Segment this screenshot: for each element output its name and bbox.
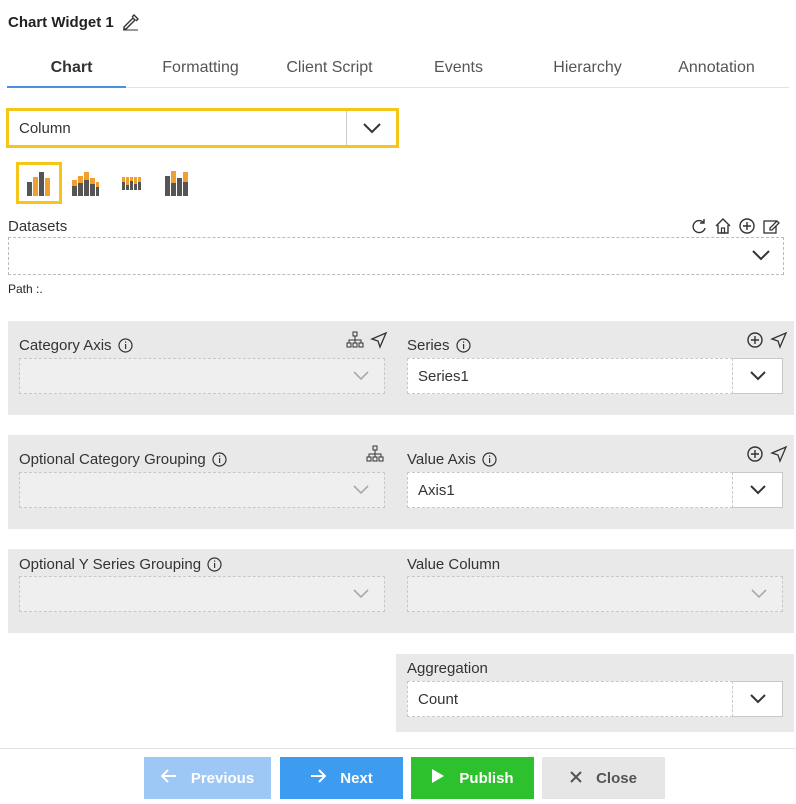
value-column-label-text: Value Column [407,556,501,573]
next-label: Next [340,769,373,787]
value-axis-value[interactable]: Axis1 [407,472,733,508]
widget-title-bar: Chart Widget 1 [0,0,796,44]
close-button[interactable]: Close [542,757,665,799]
dataset-select[interactable] [8,237,784,275]
close-icon [570,770,582,787]
publish-button[interactable]: Publish [411,757,534,799]
chevron-down-icon[interactable] [733,358,783,394]
add-circle-icon[interactable] [746,331,764,349]
publish-label: Publish [459,769,514,787]
tab-annotation[interactable]: Annotation [652,48,781,87]
category-axis-label-text: Category Axis [19,337,112,354]
axis-series-panel: Category Axis Series Series1 [8,321,794,415]
grouping-axis-panel: Optional Category Grouping Value Axis Ax… [8,435,794,529]
optional-y-series-grouping-label: Optional Y Series Grouping [19,556,222,573]
chevron-down-icon [352,368,370,385]
home-icon[interactable] [714,217,732,235]
add-circle-icon[interactable] [746,445,764,463]
optional-category-grouping-label-text: Optional Category Grouping [19,451,206,468]
chevron-down-icon [352,482,370,499]
chevron-down-icon [750,586,768,603]
tab-formatting[interactable]: Formatting [136,48,265,87]
info-icon[interactable] [212,452,227,467]
edit-icon[interactable] [762,217,780,235]
clustered-column-icon[interactable] [16,162,62,204]
chart-variant-list [16,162,200,204]
series-grouping-value-panel: Optional Y Series Grouping Value Column [8,549,794,633]
series-label: Series [407,337,471,354]
info-icon[interactable] [207,557,222,572]
value-axis-select[interactable]: Axis1 [407,472,783,508]
category-axis-label: Category Axis [19,337,133,354]
series-select[interactable]: Series1 [407,358,783,394]
chevron-down-icon[interactable] [346,111,396,145]
widget-title: Chart Widget 1 [8,13,114,31]
category-grouping-tools [366,445,384,463]
footer-bar: Previous Next Publish Close [0,748,796,804]
value-axis-label-text: Value Axis [407,451,476,468]
series-tools [746,331,788,349]
navigate-arrow-icon[interactable] [770,331,788,349]
info-icon[interactable] [117,338,133,353]
tab-hierarchy[interactable]: Hierarchy [523,48,652,87]
aggregation-panel: Aggregation Count [396,654,794,732]
value-column-select[interactable] [407,576,783,612]
datasets-label: Datasets [8,218,68,235]
series-value[interactable]: Series1 [407,358,733,394]
series-label-text: Series [407,337,450,354]
aggregation-value[interactable]: Count [407,681,733,717]
value-axis-label: Value Axis [407,451,497,468]
arrow-right-icon [310,769,327,787]
value-column-label: Value Column [407,556,500,573]
navigate-arrow-icon[interactable] [770,445,788,463]
previous-label: Previous [190,769,255,787]
edit-icon[interactable] [122,13,139,31]
previous-button[interactable]: Previous [144,757,271,799]
chevron-down-icon [352,586,370,603]
value-axis-tools [746,445,788,463]
chevron-down-icon[interactable] [733,681,783,717]
chart-type-value: Column [19,119,71,137]
navigate-arrow-icon[interactable] [370,331,388,349]
optional-y-series-grouping-label-text: Optional Y Series Grouping [19,556,202,573]
close-label: Close [596,769,637,787]
optional-y-series-grouping-select[interactable] [19,576,385,612]
column-3d-icon[interactable] [154,162,200,204]
path-label: Path :. [8,282,43,296]
stacked-column-icon[interactable] [62,162,108,204]
optional-category-grouping-select[interactable] [19,472,385,508]
refresh-icon[interactable] [690,217,708,235]
next-button[interactable]: Next [280,757,403,799]
add-circle-icon[interactable] [738,217,756,235]
info-icon[interactable] [482,452,497,467]
hierarchy-icon[interactable] [366,445,384,463]
category-axis-tools [346,331,388,349]
tab-bar: Chart Formatting Client Script Events Hi… [7,48,789,88]
tab-client-script[interactable]: Client Script [265,48,394,87]
category-axis-select[interactable] [19,358,385,394]
arrow-left-icon [160,769,177,787]
hierarchy-icon[interactable] [346,331,364,349]
play-icon [431,768,445,788]
stacked-column-100-icon[interactable] [108,162,154,204]
optional-category-grouping-label: Optional Category Grouping [19,451,227,468]
aggregation-label-text: Aggregation [407,660,488,677]
chevron-down-icon [751,248,771,265]
chevron-down-icon[interactable] [733,472,783,508]
chart-type-select[interactable]: Column [6,108,399,148]
info-icon[interactable] [455,338,471,353]
tab-chart[interactable]: Chart [7,48,136,88]
aggregation-label: Aggregation [407,660,488,677]
dataset-toolbar [690,217,780,235]
tab-events[interactable]: Events [394,48,523,87]
aggregation-select[interactable]: Count [407,681,783,717]
